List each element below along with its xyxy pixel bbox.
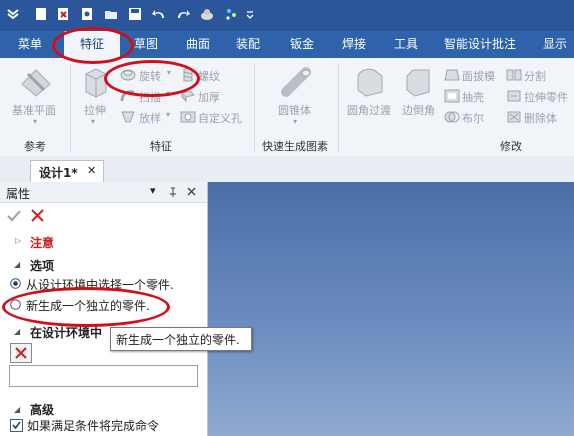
close-icon[interactable]: ✕ <box>87 164 96 177</box>
tab-tools[interactable]: 工具 <box>386 31 426 58</box>
confirm-check-icon[interactable] <box>7 210 21 222</box>
undo-icon[interactable] <box>152 7 166 21</box>
cone-button[interactable]: 圆锥体 <box>278 102 311 118</box>
tab-display[interactable]: 显示 <box>536 31 574 58</box>
close-icon[interactable] <box>187 187 196 196</box>
shell-icon <box>444 89 460 103</box>
save-icon[interactable] <box>128 7 142 21</box>
auto-complete-checkbox[interactable] <box>10 419 23 432</box>
thread-button[interactable]: 螺纹 <box>198 68 220 84</box>
highlight-ellipse <box>52 27 134 64</box>
pin-icon[interactable] <box>168 187 178 197</box>
expand-arrow-icon[interactable]: ▷ <box>15 236 21 245</box>
highlight-ellipse <box>104 60 200 97</box>
group-divider <box>254 64 255 152</box>
collapse-arrow-icon[interactable]: ◢ <box>14 405 20 414</box>
document-tab-label: 设计1* <box>39 166 78 180</box>
tab-sheet-metal[interactable]: 钣金 <box>282 31 322 58</box>
properties-title: 属性 <box>6 187 31 201</box>
chevron-down-icon: ▾ <box>91 117 96 126</box>
red-x-icon <box>15 347 27 359</box>
highlight-ellipse <box>2 287 170 327</box>
tab-smart-design-annotation[interactable]: 智能设计批注 <box>440 31 520 58</box>
group-label-quick-primitive: 快速生成图素 <box>262 140 328 153</box>
cancel-x-icon[interactable] <box>31 209 44 222</box>
custom-hole-button[interactable]: 自定义孔 <box>198 110 242 126</box>
options-section-header[interactable]: 选项 <box>30 257 54 274</box>
open-folder-icon[interactable] <box>104 7 118 21</box>
chamfer-icon <box>406 69 430 97</box>
check-icon <box>12 421 21 430</box>
delete-body-button[interactable]: 删除体 <box>524 110 557 126</box>
app-menu-icon[interactable] <box>6 7 20 21</box>
tab-menu[interactable]: 菜单 <box>8 31 52 58</box>
advanced-section-header[interactable]: 高级 <box>30 401 54 418</box>
document-tab[interactable]: 设计1* ✕ <box>30 160 104 183</box>
collapse-arrow-icon[interactable]: ◢ <box>14 260 20 269</box>
custom-hole-icon <box>180 111 196 123</box>
tab-assembly[interactable]: 装配 <box>228 31 268 58</box>
fillet-button[interactable]: 圆角过渡 <box>347 102 391 118</box>
draft-icon <box>444 69 460 81</box>
tab-surface[interactable]: 曲面 <box>178 31 218 58</box>
extrude-button[interactable]: 拉伸 <box>84 102 106 118</box>
extrude-to-part-button[interactable]: 拉伸零件 <box>524 89 568 105</box>
loft-button[interactable]: 放样 <box>139 110 161 126</box>
boolean-icon <box>444 111 460 123</box>
collapse-arrow-icon[interactable]: ◢ <box>14 327 20 336</box>
chevron-down-icon: ▾ <box>293 117 298 126</box>
preview-icon[interactable] <box>80 7 94 21</box>
shell-button[interactable]: 抽壳 <box>462 89 484 105</box>
properties-panel-header: 属性 ▾ <box>0 182 207 203</box>
tooltip-text: 新生成一个独立的零件. <box>116 333 240 347</box>
group-divider <box>70 64 71 152</box>
3d-viewport[interactable] <box>208 182 574 436</box>
open-recent-icon[interactable] <box>56 7 70 21</box>
group-label-features: 特征 <box>150 140 172 153</box>
lighting-icon[interactable] <box>224 7 238 21</box>
group-label-modify: 修改 <box>500 140 522 153</box>
loft-icon <box>121 111 135 123</box>
extrude-to-part-icon <box>507 90 521 102</box>
chamfer-button[interactable]: 边倒角 <box>402 102 435 118</box>
cone-icon <box>281 67 311 97</box>
boolean-button[interactable]: 布尔 <box>462 110 484 126</box>
split-button[interactable]: 分割 <box>524 68 546 84</box>
chevron-down-icon: ▾ <box>166 110 171 119</box>
thicken-button[interactable]: 加厚 <box>198 89 220 105</box>
notes-section-header[interactable]: 注意 <box>30 234 54 251</box>
tooltip: 新生成一个独立的零件. <box>110 327 252 351</box>
auto-complete-label[interactable]: 如果满足条件将完成命令 <box>27 417 159 434</box>
split-icon <box>506 69 522 81</box>
datum-plane-icon <box>21 69 51 97</box>
clear-selection-button[interactable] <box>10 343 32 363</box>
part-icon[interactable] <box>200 7 214 21</box>
delete-body-icon <box>507 111 521 123</box>
new-file-icon[interactable] <box>34 7 48 21</box>
group-label-reference: 参考 <box>24 140 46 153</box>
fillet-icon <box>357 68 383 97</box>
redo-icon[interactable] <box>176 7 190 21</box>
radio-select-part[interactable] <box>10 278 21 289</box>
panel-menu-icon[interactable]: ▾ <box>150 184 156 197</box>
customize-qat-icon[interactable] <box>246 7 254 21</box>
chevron-down-icon: ▾ <box>33 117 38 126</box>
draft-button[interactable]: 面拔模 <box>462 68 495 84</box>
tab-welding[interactable]: 焊接 <box>334 31 374 58</box>
selection-list-input[interactable] <box>9 365 198 387</box>
group-divider <box>338 64 339 152</box>
datum-plane-button[interactable]: 基准平面 <box>12 102 56 118</box>
